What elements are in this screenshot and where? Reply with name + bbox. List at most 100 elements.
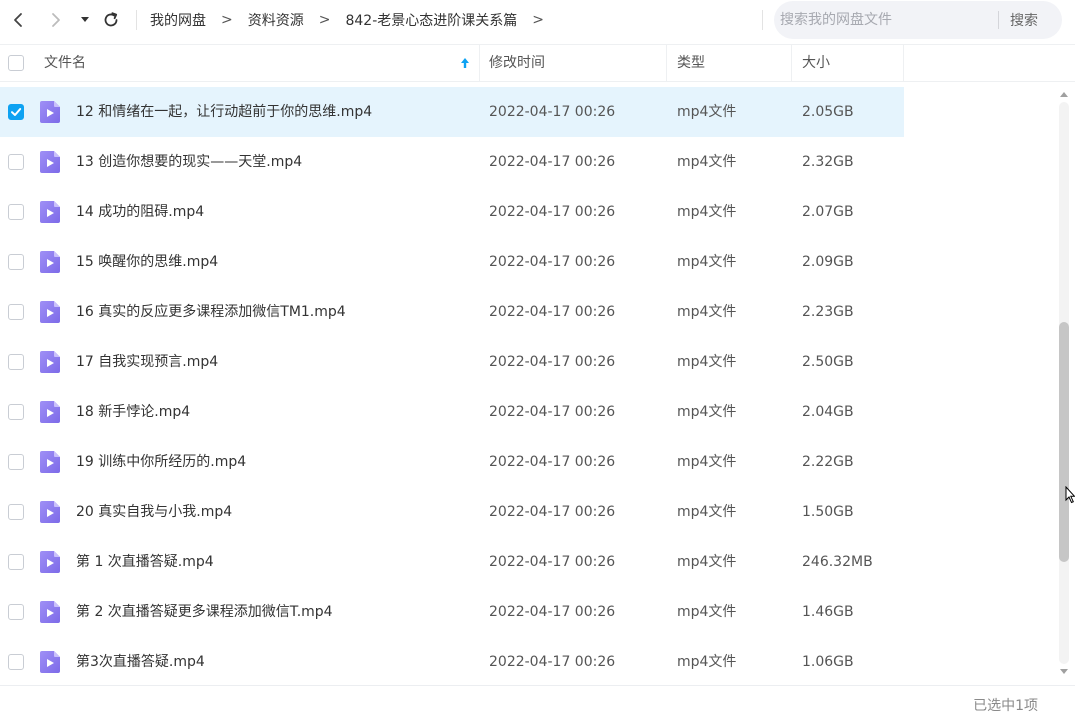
modified-time: 2022-04-17 00:26: [489, 104, 616, 120]
file-name: 16 真实的反应更多课程添加微信TM1.mp4: [76, 304, 346, 320]
row-checkbox[interactable]: [8, 354, 24, 370]
row-checkbox[interactable]: [8, 104, 24, 120]
column-header-name[interactable]: 文件名: [44, 45, 86, 81]
history-dropdown-button[interactable]: [76, 8, 94, 32]
column-divider: [903, 45, 904, 81]
row-checkbox[interactable]: [8, 454, 24, 470]
file-size: 246.32MB: [802, 554, 873, 570]
chevron-left-icon: [14, 13, 22, 27]
breadcrumb-current-folder[interactable]: 842-老景心态进阶课关系篇: [345, 10, 517, 30]
row-checkbox[interactable]: [8, 554, 24, 570]
modified-time: 2022-04-17 00:26: [489, 454, 616, 470]
refresh-button[interactable]: [98, 8, 124, 32]
table-row[interactable]: 第 2 次直播答疑更多课程添加微信T.mp4 2022-04-17 00:26 mp…: [0, 587, 904, 637]
column-divider: [791, 45, 792, 81]
column-divider: [479, 45, 480, 81]
search-box: 搜索: [774, 1, 1062, 39]
column-header-modified[interactable]: 修改时间: [489, 45, 545, 81]
modified-time: 2022-04-17 00:26: [489, 204, 616, 220]
table-row[interactable]: 13 创造你想要的现实——天堂.mp4 2022-04-17 00:26 mp4文件…: [0, 137, 904, 187]
modified-time: 2022-04-17 00:26: [489, 554, 616, 570]
file-name: 19 训练中你所经历的.mp4: [76, 454, 247, 470]
row-checkbox[interactable]: [8, 204, 24, 220]
file-size: 2.22GB: [802, 454, 854, 470]
search-input[interactable]: [780, 9, 992, 31]
table-row[interactable]: 第3次直播答疑.mp4 2022-04-17 00:26 mp4文件 1.06GB: [0, 637, 904, 687]
scrollbar-thumb[interactable]: [1059, 322, 1069, 562]
search-divider-inner: [998, 11, 999, 29]
column-header-size[interactable]: 大小: [802, 45, 830, 81]
row-checkbox[interactable]: [8, 604, 24, 620]
file-type: mp4文件: [677, 304, 737, 320]
table-row[interactable]: 18 新手悖论.mp4 2022-04-17 00:26 mp4文件 2.04GB: [0, 387, 904, 437]
video-file-icon: [40, 151, 60, 173]
table-row[interactable]: 19 训练中你所经历的.mp4 2022-04-17 00:26 mp4文件 2.22…: [0, 437, 904, 487]
file-name: 14 成功的阻碍.mp4: [76, 204, 205, 220]
chevron-right-icon: [52, 13, 60, 27]
breadcrumb-my-drive[interactable]: 我的网盘: [150, 10, 206, 30]
video-file-icon: [40, 201, 60, 223]
file-size: 2.50GB: [802, 354, 854, 370]
footer-divider: [0, 685, 1075, 686]
column-header-type[interactable]: 类型: [677, 45, 705, 81]
breadcrumb-separator: >: [532, 12, 544, 28]
row-checkbox[interactable]: [8, 154, 24, 170]
row-checkbox[interactable]: [8, 304, 24, 320]
file-size: 1.46GB: [802, 604, 854, 620]
row-checkbox[interactable]: [8, 504, 24, 520]
arrow-up-icon[interactable]: [458, 56, 472, 70]
row-checkbox[interactable]: [8, 254, 24, 270]
modified-time: 2022-04-17 00:26: [489, 604, 616, 620]
video-file-icon: [40, 551, 60, 573]
file-name: 20 真实自我与小我.mp4: [76, 504, 233, 520]
file-size: 2.04GB: [802, 404, 854, 420]
file-name: 17 自我实现预言.mp4: [76, 354, 219, 370]
table-row[interactable]: 16 真实的反应更多课程添加微信TM1.mp4 2022-04-17 00:26 m…: [0, 287, 904, 337]
breadcrumb-resources[interactable]: 资料资源: [248, 10, 304, 30]
scroll-up-icon[interactable]: [1058, 89, 1070, 99]
file-size: 2.32GB: [802, 154, 854, 170]
table-row[interactable]: 14 成功的阻碍.mp4 2022-04-17 00:26 mp4文件 2.07GB: [0, 187, 904, 237]
file-type: mp4文件: [677, 254, 737, 270]
table-row[interactable]: 第 1 次直播答疑.mp4 2022-04-17 00:26 mp4文件 246.32…: [0, 537, 904, 587]
row-checkbox[interactable]: [8, 654, 24, 670]
file-type: mp4文件: [677, 604, 737, 620]
file-type: mp4文件: [677, 104, 737, 120]
video-file-icon: [40, 351, 60, 373]
table-row[interactable]: 20 真实自我与小我.mp4 2022-04-17 00:26 mp4文件 1.50G…: [0, 487, 904, 537]
file-type: mp4文件: [677, 554, 737, 570]
file-type: mp4文件: [677, 504, 737, 520]
file-name: 13 创造你想要的现实——天堂.mp4: [76, 154, 303, 170]
scroll-down-icon[interactable]: [1058, 667, 1070, 677]
back-button[interactable]: [6, 8, 30, 32]
modified-time: 2022-04-17 00:26: [489, 154, 616, 170]
selection-status: 已选中1项: [973, 698, 1038, 714]
row-checkbox[interactable]: [8, 404, 24, 420]
video-file-icon: [40, 401, 60, 423]
table-row[interactable]: 17 自我实现预言.mp4 2022-04-17 00:26 mp4文件 2.50GB: [0, 337, 904, 387]
file-size: 1.50GB: [802, 504, 854, 520]
file-name: 18 新手悖论.mp4: [76, 404, 191, 420]
table-row[interactable]: 12 和情绪在一起，让行动超前于你的思维.mp4 2022-04-17 00:26…: [0, 87, 904, 137]
video-file-icon: [40, 501, 60, 523]
mouse-cursor-icon: [1065, 486, 1075, 504]
file-type: mp4文件: [677, 354, 737, 370]
search-button[interactable]: 搜索: [1010, 10, 1038, 30]
file-size: 1.06GB: [802, 654, 854, 670]
breadcrumb: 我的网盘 > 资料资源 > 842-老景心态进阶课关系篇 >: [150, 0, 559, 40]
file-name: 12 和情绪在一起，让行动超前于你的思维.mp4: [76, 104, 373, 120]
modified-time: 2022-04-17 00:26: [489, 504, 616, 520]
modified-time: 2022-04-17 00:26: [489, 654, 616, 670]
top-bar: 我的网盘 > 资料资源 > 842-老景心态进阶课关系篇 > 搜索: [0, 0, 1075, 40]
nav-divider: [136, 10, 137, 30]
file-name: 第3次直播答疑.mp4: [76, 654, 205, 670]
table-row[interactable]: 15 唤醒你的思维.mp4 2022-04-17 00:26 mp4文件 2.09GB: [0, 237, 904, 287]
breadcrumb-separator: >: [318, 12, 331, 28]
modified-time: 2022-04-17 00:26: [489, 404, 616, 420]
select-all-checkbox[interactable]: [8, 55, 24, 71]
file-type: mp4文件: [677, 654, 737, 670]
forward-button[interactable]: [44, 8, 68, 32]
caret-down-icon: [81, 17, 89, 22]
video-file-icon: [40, 451, 60, 473]
file-name: 15 唤醒你的思维.mp4: [76, 254, 219, 270]
